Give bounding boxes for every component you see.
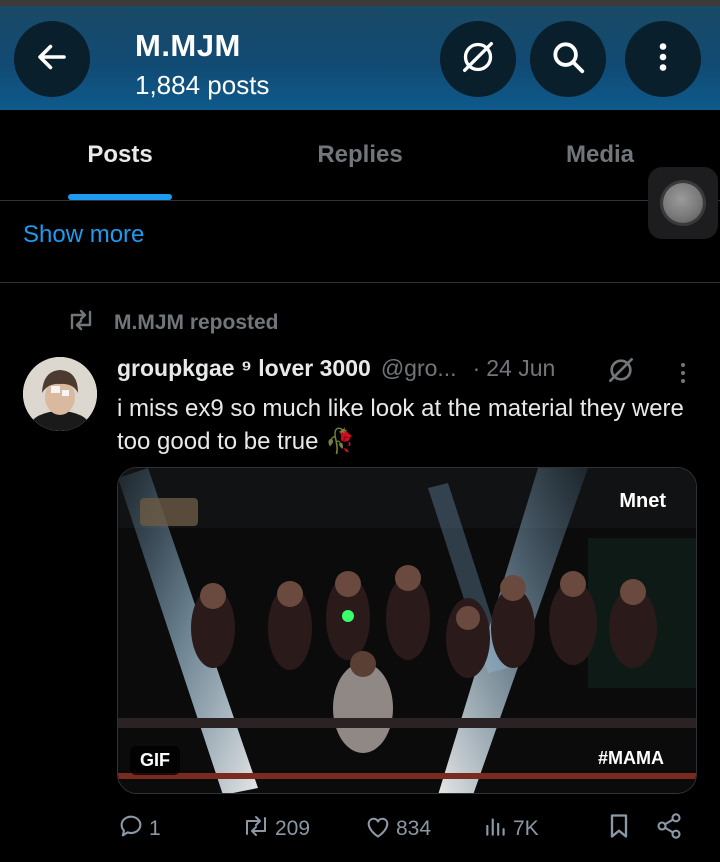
reply-button[interactable]: 1 — [117, 812, 161, 846]
share-icon — [655, 812, 687, 846]
like-count: 834 — [396, 817, 432, 840]
vpn-slash-icon — [458, 37, 498, 82]
tab-replies[interactable]: Replies — [240, 110, 480, 200]
mnet-watermark: Mnet — [619, 490, 666, 512]
author-handle[interactable]: @gro... — [381, 355, 457, 382]
media-hashtag: #MAMA — [598, 748, 664, 768]
heart-icon — [364, 813, 396, 845]
author-avatar[interactable] — [23, 357, 97, 431]
show-more-link[interactable]: Show more — [23, 221, 144, 249]
repost-icon — [66, 308, 96, 338]
views-button[interactable]: 7K — [483, 812, 539, 846]
back-button[interactable] — [14, 21, 90, 97]
bookmark-button[interactable] — [607, 812, 635, 846]
post-media-gif[interactable]: Mnet GIF #MAMA — [117, 467, 697, 794]
bookmark-icon — [607, 812, 635, 846]
profile-tabs: Posts Replies Media — [0, 110, 720, 201]
more-vertical-icon — [645, 39, 681, 80]
profile-name: M.MJM — [135, 28, 241, 63]
tweet-header: groupkgae ⁹ lover 3000 @gro... · 24 Jun — [117, 355, 555, 387]
repost-label[interactable]: M.MJM reposted — [114, 311, 279, 335]
repost-button[interactable]: 209 — [241, 812, 310, 846]
show-more-row[interactable]: Show more — [0, 201, 720, 283]
search-icon — [549, 38, 587, 81]
more-options-button[interactable] — [625, 21, 701, 97]
search-button[interactable] — [530, 21, 606, 97]
stage-performance-image — [118, 468, 696, 793]
post-more-icon[interactable] — [672, 360, 694, 391]
views-chart-icon — [483, 813, 513, 845]
tab-replies-label: Replies — [317, 141, 403, 168]
tab-media-label: Media — [565, 141, 634, 168]
repost-indicator: M.MJM reposted — [66, 308, 279, 338]
date-separator: · — [472, 355, 481, 381]
active-tab-indicator — [68, 194, 172, 200]
author-name[interactable]: groupkgae ⁹ lover 3000 — [117, 355, 371, 382]
reply-icon — [117, 812, 149, 846]
post-date[interactable]: 24 Jun — [486, 355, 555, 382]
views-count: 7K — [513, 817, 539, 840]
arrow-left-icon — [34, 39, 70, 80]
vpn-button[interactable] — [440, 21, 516, 97]
like-button[interactable]: 834 — [364, 812, 431, 846]
reply-count: 1 — [149, 817, 161, 840]
gif-badge: GIF — [130, 746, 180, 775]
profile-header: M.MJM 1,884 posts — [0, 6, 720, 110]
share-button[interactable] — [655, 812, 687, 846]
vpn-slash-icon — [605, 354, 637, 391]
post-count: 1,884 posts — [135, 70, 270, 100]
post-text: i miss ex9 so much like look at the mate… — [117, 395, 684, 455]
repost-count: 209 — [275, 817, 311, 840]
repost-icon — [241, 814, 275, 844]
post-actions: 1 209 834 7K — [117, 812, 697, 846]
tab-posts-label: Posts — [87, 141, 153, 168]
tab-posts[interactable]: Posts — [0, 110, 240, 200]
